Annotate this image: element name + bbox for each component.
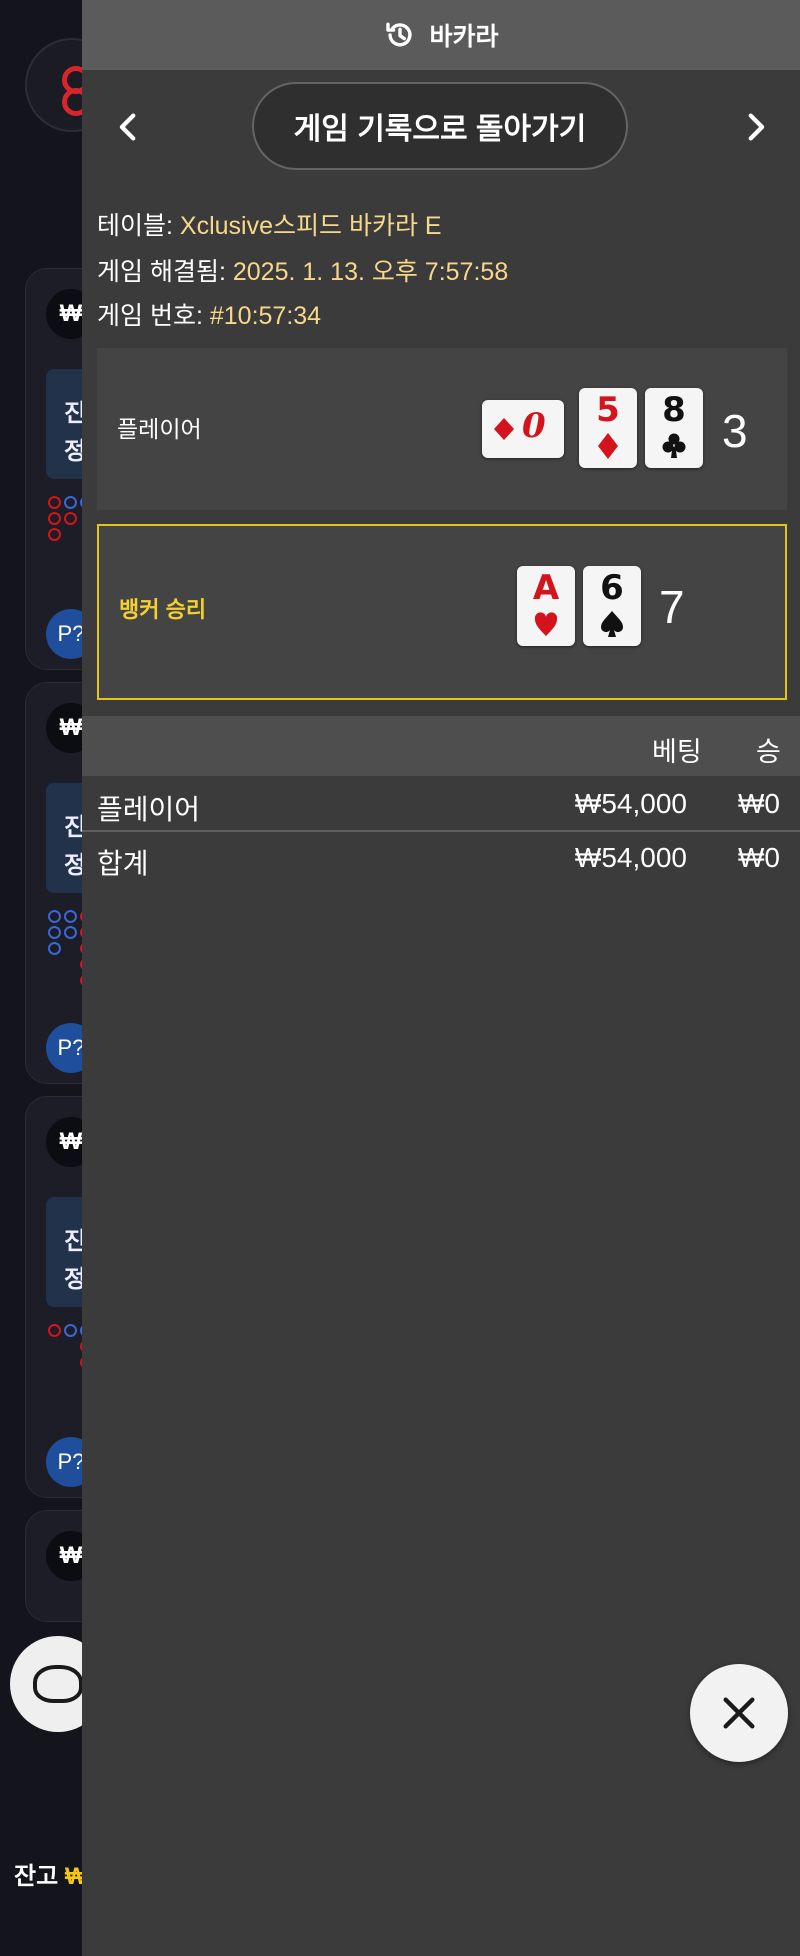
banker-hand: 뱅커 승리 A 6 7	[97, 524, 787, 700]
bets-table-header: 베팅 승	[82, 716, 800, 776]
game-number-value: #10:57:34	[209, 302, 322, 330]
heart-suit-icon	[534, 612, 558, 636]
playing-card: A	[517, 566, 575, 646]
bet-name: 플레이어	[97, 794, 201, 825]
resolved-info: 게임 해결됨: 2025. 1. 13. 오후 7:57:58	[97, 252, 508, 288]
club-suit-icon	[662, 433, 686, 458]
bet-win: ₩0	[738, 788, 780, 819]
total-win: ₩0	[738, 842, 780, 873]
playing-card: 6	[583, 566, 641, 646]
panel-header: 바카라	[82, 0, 800, 70]
playing-card: 0	[482, 400, 564, 458]
chat-bubble-icon	[33, 1665, 83, 1703]
close-icon	[723, 1697, 755, 1729]
card-rank: 5	[596, 390, 620, 430]
game-number-label: 게임 번호:	[97, 302, 203, 330]
player-hand-label: 플레이어	[117, 416, 202, 442]
diamond-suit-icon	[598, 433, 618, 459]
chevron-right-icon[interactable]	[738, 110, 772, 144]
game-history-panel: 바카라 게임 기록으로 돌아가기 테이블: Xclusive스피드 바카라 E …	[82, 0, 800, 1956]
spade-suit-icon	[601, 611, 623, 637]
playing-card: 8	[645, 388, 703, 468]
banker-score: 7	[659, 581, 685, 633]
table-row: 플레이어 ₩54,000 ₩0	[82, 778, 800, 832]
player-score: 3	[722, 405, 748, 457]
card-rank: A	[532, 568, 560, 608]
history-nav: 게임 기록으로 돌아가기	[82, 82, 800, 172]
total-label: 합계	[97, 848, 149, 879]
banker-hand-label: 뱅커 승리	[119, 597, 207, 622]
history-icon	[386, 22, 413, 47]
playing-card: 5	[579, 388, 637, 468]
resolved-value: 2025. 1. 13. 오후 7:57:58	[232, 258, 509, 286]
card-rank: 6	[600, 568, 624, 608]
chevron-left-icon[interactable]	[112, 110, 146, 144]
bet-amount: ₩54,000	[574, 788, 687, 819]
column-header-win: 승	[756, 737, 781, 767]
panel-title: 바카라	[429, 23, 499, 51]
table-row-total: 합계 ₩54,000 ₩0	[82, 832, 800, 884]
back-to-history-button[interactable]: 게임 기록으로 돌아가기	[252, 82, 628, 170]
game-number-info: 게임 번호: #10:57:34	[97, 296, 321, 332]
table-info: 테이블: Xclusive스피드 바카라 E	[97, 206, 442, 242]
table-label: 테이블:	[97, 212, 173, 240]
card-rank: 0	[522, 406, 546, 446]
card-rank: 8	[662, 390, 686, 430]
player-hand: 플레이어 0 5 8 3	[97, 348, 787, 510]
table-value: Xclusive스피드 바카라 E	[179, 212, 442, 240]
diamond-suit-icon	[494, 418, 514, 440]
total-amount: ₩54,000	[574, 842, 687, 873]
close-button[interactable]	[690, 1664, 788, 1762]
resolved-label: 게임 해결됨:	[97, 258, 226, 286]
balance-label: 잔고	[14, 1863, 59, 1890]
column-header-bet: 베팅	[652, 737, 702, 767]
